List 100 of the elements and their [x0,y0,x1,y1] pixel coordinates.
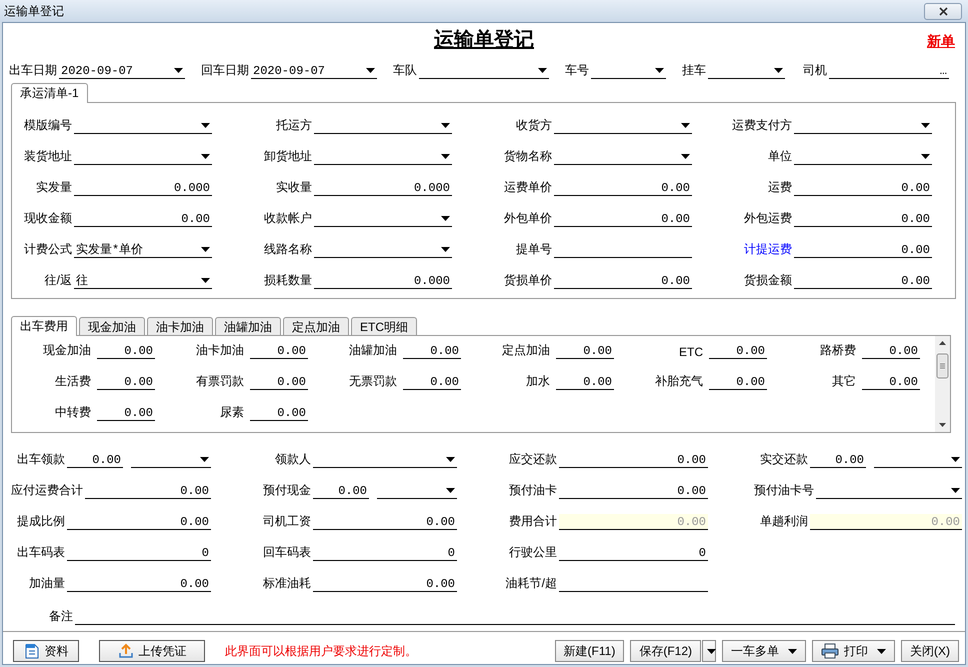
field-label: 无票罚款 [348,373,398,390]
input-field[interactable]: 0.00 [554,180,692,196]
notice-text: 此界面可以根据用户要求进行定制。 [225,642,418,660]
input-field[interactable]: 0.00 [403,343,461,359]
field-label: 计费公式 [23,241,73,258]
input-field[interactable]: 0.00 [794,242,932,258]
link[interactable]: 计提运费 [732,241,794,258]
tab[interactable]: 油卡加油 [147,317,213,335]
field-label: 路桥费 [819,342,857,359]
amount-field[interactable]: 0.00 [810,452,866,468]
caret-icon [681,123,690,128]
input-field[interactable]: 0.00 [67,514,211,530]
input-field[interactable]: 0.00 [709,343,767,359]
save-button[interactable]: 保存(F12) [630,640,701,662]
field-label: 预付油卡 [508,482,558,499]
input-field[interactable]: … [829,63,949,79]
field-label: 备注 [49,608,74,625]
input-field[interactable]: 0.00 [85,483,211,499]
dropdown-button[interactable] [702,640,716,662]
input-field[interactable]: 0.00 [67,576,211,592]
input-field[interactable]: 0.000 [314,180,452,196]
print-button[interactable]: 打印 [812,640,895,662]
printer-icon [821,643,839,659]
input-field[interactable]: 往 [74,273,212,289]
field-label: 定点加油 [501,342,551,359]
field-label: 实收量 [275,179,313,196]
field-label: 出车日期 [9,62,58,79]
input-field[interactable]: 0.00 [97,343,155,359]
input-field[interactable]: 0.00 [250,405,308,421]
input-field[interactable]: 0.00 [313,514,457,530]
caret-icon [877,648,886,654]
tab[interactable]: ETC明细 [351,317,417,335]
input-field[interactable]: 0.00 [554,211,692,227]
input-field[interactable]: 0.00 [559,452,708,468]
caret-icon [441,216,450,221]
field-label: 其它 [831,373,857,390]
input-field[interactable]: 0.00 [74,211,212,227]
input-field[interactable]: 0 [559,545,708,561]
action-button[interactable]: 关闭(X) [901,640,959,662]
input-field[interactable]: 0.000 [74,180,212,196]
field-label: 油卡加油 [195,342,245,359]
input-field[interactable]: 0.00 [559,483,708,499]
input-field[interactable]: 0.000 [314,273,452,289]
input-field[interactable]: 0.00 [794,273,932,289]
action-button[interactable]: 新建(F11) [554,640,624,662]
field-label: 预付现金 [262,482,312,499]
caret-icon [201,247,210,252]
input-field[interactable]: 0.00 [313,576,457,592]
input-field[interactable]: 0 [313,545,457,561]
field-label: 挂车 [682,62,707,79]
input-field[interactable]: 0.00 [862,374,920,390]
field-label: 装货地址 [23,148,73,165]
close-button[interactable] [924,2,962,20]
field-label: 货损金额 [743,272,793,289]
amount-field[interactable]: 0.00 [67,452,123,468]
field-label: 收货方 [515,117,553,134]
field-label: 车号 [565,62,590,79]
field-label: 线路名称 [263,241,313,258]
input-field[interactable]: 0.00 [794,211,932,227]
tab[interactable]: 出车费用 [11,316,77,336]
field-label: 货物名称 [503,148,553,165]
field-label: 收款帐户 [263,210,313,227]
tab[interactable]: 承运清单-1 [11,83,88,103]
input-field[interactable]: 0.00 [250,343,308,359]
input-field[interactable]: 2020-09-07 [251,63,377,79]
field-label: 有票罚款 [195,373,245,390]
tab[interactable]: 现金加油 [79,317,145,335]
input-field[interactable]: 0.00 [556,374,614,390]
field-label: 提单号 [515,241,553,258]
input-field[interactable]: 0.00 [250,374,308,390]
field-label: 托运方 [275,117,313,134]
caret-icon [174,68,183,73]
field-label: 外包单价 [503,210,553,227]
caret-icon [201,278,210,283]
input-field[interactable]: 0.00 [403,374,461,390]
field-label: 运费单价 [503,179,553,196]
field-label: 损耗数量 [263,272,313,289]
input-field[interactable]: 0.00 [556,343,614,359]
field-label: 应付运费合计 [11,482,84,499]
input-field[interactable]: 0.00 [554,273,692,289]
info-button[interactable]: 资料 [13,640,79,662]
input-field[interactable]: 实发量*单价 [74,242,212,258]
tab[interactable]: 定点加油 [283,317,349,335]
input-field[interactable]: 0.00 [794,180,932,196]
caret-icon [538,68,547,73]
input-field[interactable]: 0.00 [97,374,155,390]
scrollbar[interactable] [935,336,950,432]
input-field[interactable]: 0.00 [862,343,920,359]
field-label: 尿素 [219,404,245,421]
amount-field[interactable]: 0.00 [313,483,369,499]
menu-button[interactable]: 一车多单 [722,640,806,662]
input-field[interactable]: 0.00 [97,405,155,421]
input-field[interactable]: 0 [67,545,211,561]
input-field[interactable]: 2020-09-07 [59,63,185,79]
tab[interactable]: 油罐加油 [215,317,281,335]
field-label: 预付油卡号 [754,482,815,499]
upload-icon [118,643,134,659]
upload-button[interactable]: 上传凭证 [99,640,205,662]
field-label: 模版编号 [23,117,73,134]
input-field[interactable]: 0.00 [709,374,767,390]
